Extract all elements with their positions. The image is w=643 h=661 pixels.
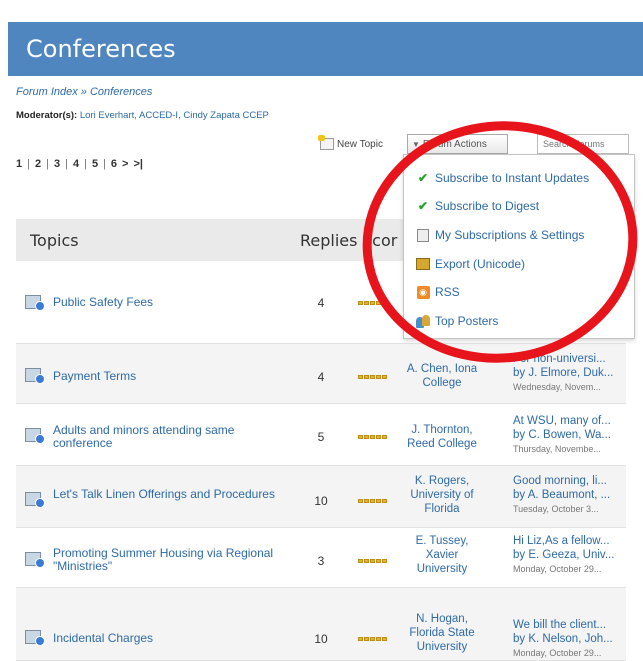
last-post-date: Tuesday, October 3... <box>513 504 599 514</box>
page-link[interactable]: 2 <box>35 158 41 170</box>
page-link[interactable]: 6 <box>111 158 117 170</box>
export-icon <box>416 257 430 271</box>
table-row: Adults and minors attending same confere… <box>16 404 626 466</box>
forum-actions-menu: ✔ Subscribe to Instant Updates ✔ Subscri… <box>403 154 635 339</box>
table-row: Incidental Charges 10 N. Hogan, Florida … <box>16 588 626 661</box>
page-link[interactable]: 4 <box>73 158 79 170</box>
replies-count: 10 <box>314 494 328 508</box>
col-topics[interactable]: Topics <box>30 231 79 250</box>
moderator-names[interactable]: Lori Everhart, ACCED-I, Cindy Zapata CCE… <box>80 110 269 121</box>
new-topic-icon <box>318 135 334 150</box>
score-stars <box>358 637 387 641</box>
last-post-date: Monday, October 29... <box>513 564 602 574</box>
score-stars <box>358 301 387 305</box>
menu-item-top-posters[interactable]: Top Posters <box>416 314 498 328</box>
menu-item-label: Subscribe to Digest <box>435 199 540 213</box>
menu-item-export[interactable]: Export (Unicode) <box>416 257 525 271</box>
last-post: Good morning, li... by A. Beaumont, ... … <box>513 474 629 516</box>
moderators-label: Moderator(s): <box>16 110 78 121</box>
replies-count: 3 <box>317 554 325 568</box>
last-post: At WSU, many of... by C. Bowen, Wa... Th… <box>513 414 629 456</box>
last-post-date: Monday, October 29... <box>513 648 602 658</box>
table-row: Let's Talk Linen Offerings and Procedure… <box>16 466 626 528</box>
score-stars <box>358 499 387 503</box>
table-row: Payment Terms 4 A. Chen, Iona College Fo… <box>16 344 626 404</box>
last-post-date: Thursday, Novembe... <box>513 444 601 454</box>
score-stars <box>358 375 387 379</box>
check-icon: ✔ <box>417 199 429 213</box>
search-forums-input[interactable] <box>537 134 629 154</box>
new-topic-button[interactable]: New Topic <box>318 135 383 150</box>
settings-icon <box>416 228 430 242</box>
last-post-excerpt[interactable]: Good morning, li... <box>513 474 629 488</box>
dropdown-arrow-icon: ▼ <box>412 139 420 149</box>
topic-link[interactable]: Payment Terms <box>53 370 283 383</box>
topic-link[interactable]: Promoting Summer Housing via Regional "M… <box>53 547 283 573</box>
topic-new-icon <box>25 492 45 508</box>
last-post: Hi Liz,As a fellow... by E. Geeza, Univ.… <box>513 534 629 576</box>
topic-link[interactable]: Let's Talk Linen Offerings and Procedure… <box>53 488 283 501</box>
topic-link[interactable]: Adults and minors attending same confere… <box>53 424 283 450</box>
last-post-date: Wednesday, Novem... <box>513 382 601 392</box>
col-replies[interactable]: Replies <box>300 231 357 250</box>
menu-item-label: Export (Unicode) <box>435 257 526 271</box>
top-posters-icon <box>416 314 430 328</box>
last-post-by[interactable]: by C. Bowen, Wa... <box>513 428 629 442</box>
pagination: 1 | 2 | 3 | 4 | 5 | 6 > >| <box>16 158 143 170</box>
breadcrumb[interactable]: Forum Index » Conferences <box>16 86 152 98</box>
topic-author[interactable]: J. Thornton, Reed College <box>402 423 482 451</box>
table-row: Promoting Summer Housing via Regional "M… <box>16 528 626 588</box>
page-title: Conferences <box>26 35 176 63</box>
menu-item-subscribe-digest[interactable]: ✔ Subscribe to Digest <box>416 199 539 213</box>
menu-item-label: RSS <box>435 285 460 299</box>
score-stars <box>358 559 387 563</box>
last-page-link[interactable]: >| <box>133 158 143 170</box>
last-post-by[interactable]: by E. Geeza, Univ... <box>513 548 629 562</box>
last-post-by[interactable]: by J. Elmore, Duk... <box>513 366 629 380</box>
last-post-excerpt[interactable]: We bill the client... <box>513 618 629 632</box>
page-link[interactable]: 5 <box>92 158 98 170</box>
topic-author[interactable]: E. Tussey, Xavier University <box>402 534 482 576</box>
score-stars <box>358 435 387 439</box>
menu-item-label: Top Posters <box>435 314 499 328</box>
new-topic-label: New Topic <box>337 138 383 150</box>
topic-new-icon <box>25 295 45 311</box>
menu-item-label: My Subscriptions & Settings <box>435 228 585 242</box>
topic-link[interactable]: Incidental Charges <box>53 632 283 645</box>
menu-item-subscribe-instant[interactable]: ✔ Subscribe to Instant Updates <box>416 171 589 185</box>
last-post-excerpt[interactable]: For non-universi... <box>513 352 629 366</box>
check-icon: ✔ <box>417 171 429 185</box>
topic-new-icon <box>25 428 45 444</box>
topic-author[interactable]: N. Hogan, Florida State University <box>402 612 482 654</box>
topic-link[interactable]: Public Safety Fees <box>53 296 283 309</box>
moderators-line: Moderator(s): Lori Everhart, ACCED-I, Ci… <box>16 110 269 121</box>
forum-actions-button[interactable]: ▼ Forum Actions <box>407 134 508 154</box>
topic-author[interactable]: A. Chen, Iona College <box>402 362 482 390</box>
page-link[interactable]: 1 <box>16 158 22 170</box>
replies-count: 10 <box>314 632 328 646</box>
last-post-excerpt[interactable]: At WSU, many of... <box>513 414 629 428</box>
topic-author[interactable]: K. Rogers, University of Florida <box>402 474 482 516</box>
topic-new-icon <box>25 552 45 568</box>
replies-count: 4 <box>317 296 325 310</box>
page-link[interactable]: 3 <box>54 158 60 170</box>
forum-actions-label: Forum Actions <box>422 138 487 150</box>
menu-item-label: Subscribe to Instant Updates <box>435 171 590 185</box>
replies-count: 4 <box>317 370 325 384</box>
topic-new-icon <box>25 630 45 646</box>
last-post-by[interactable]: by A. Beaumont, ... <box>513 488 629 502</box>
replies-count: 5 <box>317 430 325 444</box>
menu-item-my-subscriptions[interactable]: My Subscriptions & Settings <box>416 228 584 242</box>
last-post: For non-universi... by J. Elmore, Duk...… <box>513 352 629 394</box>
last-post-excerpt[interactable]: Hi Liz,As a fellow... <box>513 534 629 548</box>
rss-icon: ◉ <box>416 285 430 299</box>
next-page-link[interactable]: > <box>122 158 128 170</box>
col-score[interactable]: Scor <box>362 231 397 250</box>
last-post-by[interactable]: by K. Nelson, Joh... <box>513 632 629 646</box>
topic-new-icon <box>25 368 45 384</box>
menu-item-rss[interactable]: ◉ RSS <box>416 285 460 299</box>
last-post: We bill the client... by K. Nelson, Joh.… <box>513 618 629 660</box>
forum-header: Conferences <box>8 22 643 76</box>
